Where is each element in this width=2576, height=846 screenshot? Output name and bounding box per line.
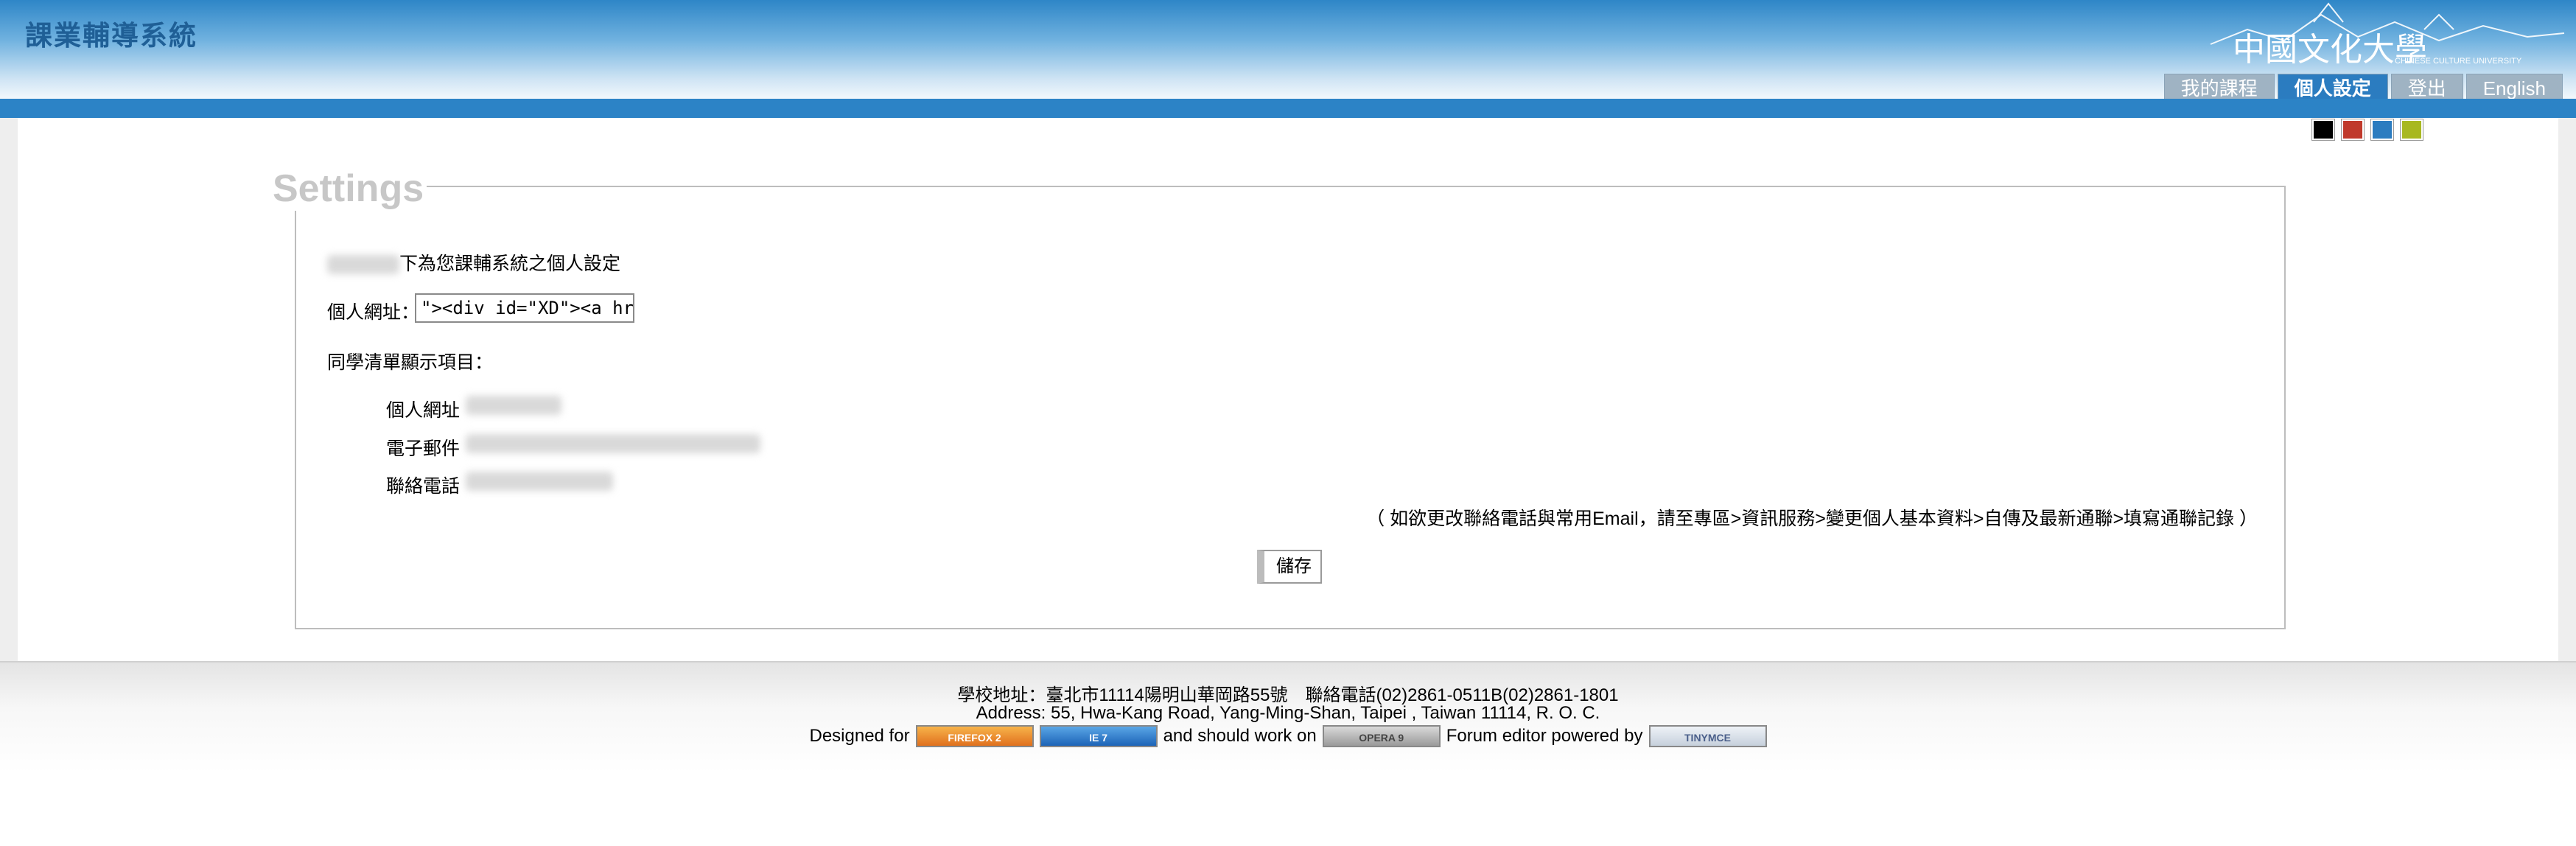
redacted-url-select[interactable] bbox=[466, 396, 561, 415]
theme-swatch-black[interactable] bbox=[2311, 119, 2335, 141]
logo-subtext: CHINESE CULTURE UNIVERSITY bbox=[2395, 57, 2522, 66]
designed-for-text: Designed for bbox=[809, 726, 910, 746]
footer-address-en: Address: 55, Hwa-Kang Road, Yang-Ming-Sh… bbox=[976, 703, 1600, 723]
theme-swatch-red[interactable] bbox=[2341, 119, 2365, 141]
field-label-url: 個人網址 bbox=[386, 400, 461, 421]
opera-badge[interactable]: OPERA 9 bbox=[1322, 725, 1441, 747]
redacted-email-select[interactable] bbox=[466, 434, 760, 453]
header-bar bbox=[0, 99, 2576, 118]
save-button[interactable]: 儲存 bbox=[1257, 550, 1322, 584]
site-title: 課業輔導系統 bbox=[25, 21, 197, 51]
browser-badges: Designed for FIREFOX 2 IE 7 and should w… bbox=[0, 725, 2576, 747]
main-nav: 我的課程 個人設定 登出 English bbox=[2163, 74, 2563, 102]
redacted-phone-select[interactable] bbox=[466, 472, 613, 491]
firefox-badge[interactable]: FIREFOX 2 bbox=[915, 725, 1034, 747]
right-margin bbox=[2558, 118, 2576, 661]
left-margin bbox=[0, 118, 18, 661]
should-work-text: and should work on bbox=[1163, 726, 1317, 746]
tab-english[interactable]: English bbox=[2465, 74, 2563, 102]
field-label-phone: 聯絡電話 bbox=[386, 476, 461, 497]
field-label-email: 電子郵件 bbox=[386, 438, 461, 459]
page-header: 課業輔導系統 中國文化大學 CHINESE CULTURE UNIVERSITY… bbox=[0, 0, 2576, 102]
theme-swatch-blue[interactable] bbox=[2370, 119, 2394, 141]
contact-update-note: （ 如欲更改聯絡電話與常用Email，請至專區>資訊服務>變更個人基本資料>自傳… bbox=[1366, 508, 2258, 529]
settings-intro: 下為您課輔系統之個人設定 bbox=[327, 249, 620, 276]
page-footer: 學校地址：臺北市11114陽明山華岡路55號 聯絡電話(02)2861-0511… bbox=[0, 661, 2576, 846]
settings-intro-text: 下為您課輔系統之個人設定 bbox=[399, 254, 621, 274]
redacted-username bbox=[327, 255, 399, 275]
forum-editor-text: Forum editor powered by bbox=[1446, 726, 1643, 746]
settings-legend: Settings bbox=[270, 167, 427, 211]
theme-swatches bbox=[2311, 119, 2423, 141]
tab-personal-settings[interactable]: 個人設定 bbox=[2277, 74, 2388, 102]
ie-badge[interactable]: IE 7 bbox=[1039, 725, 1158, 747]
tab-logout[interactable]: 登出 bbox=[2390, 74, 2463, 102]
personal-url-input[interactable]: "><div id="XD"><a hre bbox=[415, 293, 634, 323]
tab-my-courses[interactable]: 我的課程 bbox=[2163, 74, 2275, 102]
classmate-list-label: 同學清單顯示項目： bbox=[327, 352, 494, 373]
theme-swatch-green[interactable] bbox=[2400, 119, 2423, 141]
tinymce-badge[interactable]: TINYMCE bbox=[1648, 725, 1767, 747]
university-logo: 中國文化大學 CHINESE CULTURE UNIVERSITY bbox=[2210, 2, 2565, 68]
footer-address-zh: 學校地址：臺北市11114陽明山華岡路55號 聯絡電話(02)2861-0511… bbox=[957, 685, 1619, 705]
url-label: 個人網址： bbox=[327, 302, 420, 323]
